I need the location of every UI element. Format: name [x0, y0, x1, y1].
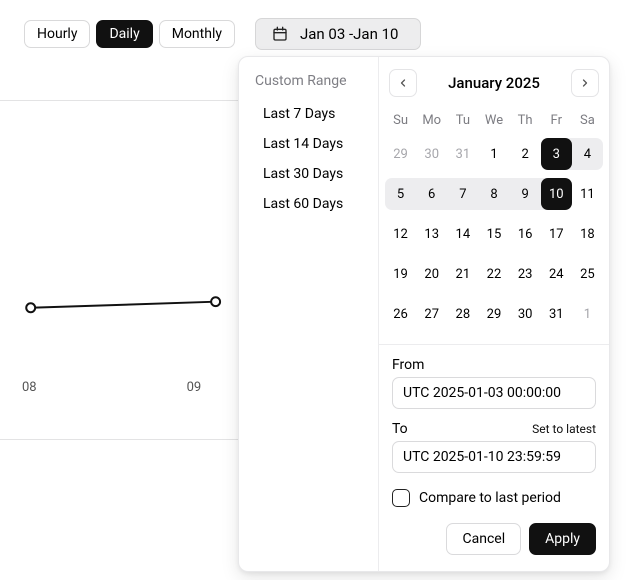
- data-point: [26, 303, 35, 312]
- calendar-icon: [272, 26, 288, 42]
- x-tick: 09: [187, 380, 202, 395]
- data-point: [211, 297, 220, 306]
- form-buttons: Cancel Apply: [392, 523, 596, 555]
- calendar-day[interactable]: 26: [385, 298, 416, 330]
- granularity-monthly[interactable]: Monthly: [159, 20, 235, 48]
- calendar-day[interactable]: 24: [541, 258, 572, 290]
- dow-label: Su: [385, 107, 416, 134]
- dow-label: Th: [510, 107, 541, 134]
- granularity-group: HourlyDailyMonthly: [24, 20, 235, 48]
- x-tick: 08: [22, 380, 37, 395]
- calendar-day[interactable]: 23: [510, 258, 541, 290]
- calendar-day[interactable]: 6: [416, 178, 447, 210]
- granularity-hourly[interactable]: Hourly: [24, 20, 90, 48]
- dow-label: Tu: [447, 107, 478, 134]
- dow-label: Sa: [572, 107, 603, 134]
- calendar-day[interactable]: 31: [541, 298, 572, 330]
- calendar-day[interactable]: 18: [572, 218, 603, 250]
- set-to-latest-link[interactable]: Set to latest: [532, 422, 596, 436]
- calendar-day[interactable]: 28: [447, 298, 478, 330]
- calendar-day[interactable]: 29: [478, 298, 509, 330]
- date-range-popup: Custom Range Last 7 DaysLast 14 DaysLast…: [238, 56, 610, 572]
- prev-month-button[interactable]: [389, 69, 417, 97]
- next-month-button[interactable]: [571, 69, 599, 97]
- calendar-day[interactable]: 21: [447, 258, 478, 290]
- calendar-day[interactable]: 25: [572, 258, 603, 290]
- calendar-day[interactable]: 1: [478, 138, 509, 170]
- granularity-daily[interactable]: Daily: [96, 20, 152, 48]
- calendar-panel: January 2025 SuMoTuWeThFrSa2930311234567…: [379, 57, 609, 571]
- from-label: From: [392, 357, 596, 373]
- compare-checkbox[interactable]: [392, 489, 410, 507]
- top-controls: HourlyDailyMonthly Jan 03 -Jan 10: [0, 0, 636, 50]
- presets-title: Custom Range: [249, 69, 368, 99]
- preset-item[interactable]: Last 60 Days: [249, 189, 368, 219]
- calendar-day[interactable]: 1: [572, 298, 603, 330]
- to-label-text: To: [392, 421, 408, 437]
- calendar-day[interactable]: 22: [478, 258, 509, 290]
- cancel-button[interactable]: Cancel: [446, 523, 521, 555]
- calendar-day[interactable]: 29: [385, 138, 416, 170]
- calendar-day[interactable]: 7: [447, 178, 478, 210]
- calendar-day[interactable]: 30: [416, 138, 447, 170]
- to-input[interactable]: [392, 441, 596, 473]
- calendar-day[interactable]: 4: [572, 138, 603, 170]
- calendar-header: January 2025: [379, 57, 609, 103]
- date-range-label: Jan 03 -Jan 10: [300, 25, 398, 43]
- compare-row: Compare to last period: [392, 489, 596, 507]
- calendar-grid: SuMoTuWeThFrSa29303112345678910111213141…: [379, 103, 609, 345]
- calendar-day[interactable]: 19: [385, 258, 416, 290]
- preset-item[interactable]: Last 14 Days: [249, 129, 368, 159]
- date-form: From To Set to latest Compare to last pe…: [379, 345, 609, 571]
- dow-label: We: [478, 107, 509, 134]
- chevron-left-icon: [397, 77, 409, 89]
- calendar-day[interactable]: 8: [478, 178, 509, 210]
- calendar-day[interactable]: 13: [416, 218, 447, 250]
- dow-label: Mo: [416, 107, 447, 134]
- from-input[interactable]: [392, 377, 596, 409]
- calendar-day[interactable]: 30: [510, 298, 541, 330]
- line-series: [31, 302, 216, 308]
- calendar-day[interactable]: 3: [541, 138, 572, 170]
- calendar-day[interactable]: 31: [447, 138, 478, 170]
- dow-label: Fr: [541, 107, 572, 134]
- calendar-day[interactable]: 10: [541, 178, 572, 210]
- date-range-button[interactable]: Jan 03 -Jan 10: [255, 18, 421, 50]
- calendar-day[interactable]: 17: [541, 218, 572, 250]
- preset-item[interactable]: Last 7 Days: [249, 99, 368, 129]
- calendar-day[interactable]: 11: [572, 178, 603, 210]
- calendar-day[interactable]: 27: [416, 298, 447, 330]
- presets-panel: Custom Range Last 7 DaysLast 14 DaysLast…: [239, 57, 379, 571]
- calendar-day[interactable]: 12: [385, 218, 416, 250]
- apply-button[interactable]: Apply: [529, 523, 596, 555]
- calendar-day[interactable]: 14: [447, 218, 478, 250]
- calendar-day[interactable]: 5: [385, 178, 416, 210]
- chevron-right-icon: [579, 77, 591, 89]
- preset-item[interactable]: Last 30 Days: [249, 159, 368, 189]
- calendar-day[interactable]: 9: [510, 178, 541, 210]
- from-label-text: From: [392, 357, 424, 373]
- calendar-day[interactable]: 2: [510, 138, 541, 170]
- compare-label: Compare to last period: [419, 490, 561, 506]
- to-label: To Set to latest: [392, 421, 596, 437]
- calendar-day[interactable]: 15: [478, 218, 509, 250]
- month-title: January 2025: [448, 74, 540, 92]
- calendar-day[interactable]: 16: [510, 218, 541, 250]
- calendar-day[interactable]: 20: [416, 258, 447, 290]
